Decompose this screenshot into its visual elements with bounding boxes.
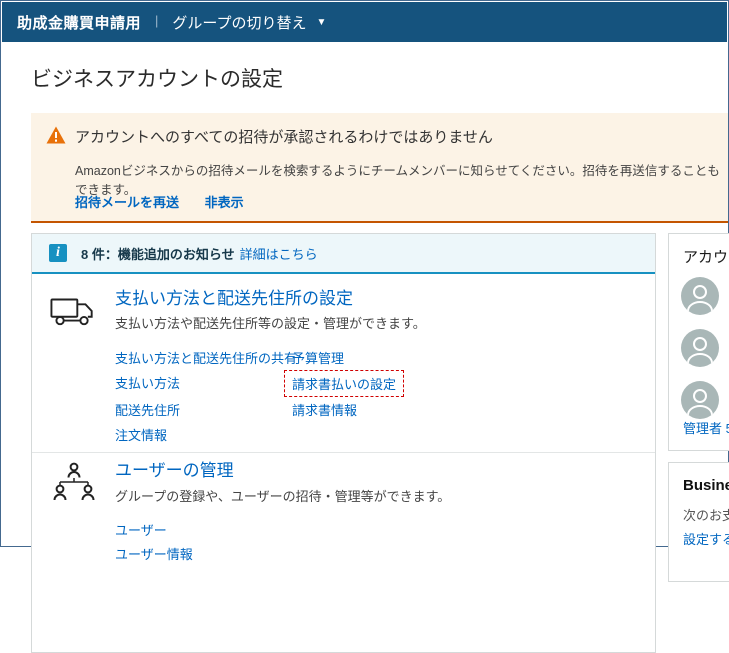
info-icon: i: [49, 244, 67, 262]
group-switcher-label: グループの切り替え: [172, 14, 307, 32]
admins-card-title: アカウン: [683, 249, 729, 266]
link-users[interactable]: ユーザー: [115, 520, 167, 539]
invitation-warning-banner: アカウントへのすべての招待が承認されるわけではありません Amazonビジネスか…: [31, 113, 728, 223]
banner-actions: 招待メールを再送 非表示: [75, 192, 266, 211]
users-section-description: グループの登録や、ユーザーの招待・管理等ができます。: [115, 489, 451, 504]
page-title: ビジネスアカウントの設定: [31, 68, 283, 91]
view-all-admins-link[interactable]: 管理者 54: [683, 418, 729, 437]
admin-avatar: [681, 381, 719, 419]
topbar-separator: |: [155, 12, 159, 28]
announcement-details-link[interactable]: 詳細はこちら: [240, 244, 318, 263]
truck-icon: [50, 298, 93, 326]
prime-card-text: 次のお支: [683, 508, 729, 523]
prime-setup-link[interactable]: 設定する: [683, 529, 729, 548]
announcement-count: 8 件：機能追加のお知らせ: [81, 246, 235, 262]
link-invoice-info[interactable]: 請求書情報: [292, 400, 357, 419]
section-divider: [32, 452, 655, 453]
link-shipping-addresses[interactable]: 配送先住所: [115, 400, 180, 419]
link-order-info[interactable]: 注文情報: [115, 425, 167, 444]
admin-avatar: [681, 329, 719, 367]
banner-title: アカウントへのすべての招待が承認されるわけではありません: [75, 129, 493, 146]
settings-card: i 8 件：機能追加のお知らせ 詳細はこちら 支払い方法と配送先住所の設定 支払…: [31, 233, 656, 653]
chevron-down-icon: ▼: [316, 16, 327, 28]
announcement-bar: i 8 件：機能追加のお知らせ 詳細はこちら: [32, 234, 655, 274]
link-payment-methods[interactable]: 支払い方法: [115, 373, 180, 392]
business-prime-card: Business 次のお支 設定する: [668, 462, 729, 582]
top-nav-bar: 助成金購買申請用 | グループの切り替え ▼: [2, 2, 727, 42]
admin-avatar: [681, 277, 719, 315]
account-admins-card: アカウン 管理者 54: [668, 233, 729, 451]
payment-section-description: 支払い方法や配送先住所等の設定・管理ができます。: [115, 316, 426, 331]
hide-banner-link[interactable]: 非表示: [205, 195, 244, 210]
link-invoice-payment-settings[interactable]: 請求書払いの設定: [284, 370, 405, 397]
users-org-icon: [53, 462, 95, 501]
business-account-settings-page: { "topbar": { "group_name": "助成金購買申請用", …: [0, 0, 729, 653]
prime-card-title: Business: [683, 477, 729, 494]
resend-invitation-link[interactable]: 招待メールを再送: [75, 195, 179, 210]
link-budget-management[interactable]: 予算管理: [292, 348, 344, 367]
users-section-title[interactable]: ユーザーの管理: [115, 456, 234, 481]
warning-icon: [46, 126, 66, 144]
payment-section-title[interactable]: 支払い方法と配送先住所の設定: [115, 284, 353, 309]
link-payment-shipping-sharing[interactable]: 支払い方法と配送先住所の共有: [115, 348, 297, 367]
current-group-name: 助成金購買申請用: [17, 14, 142, 32]
group-switcher[interactable]: グループの切り替え ▼: [172, 12, 326, 33]
